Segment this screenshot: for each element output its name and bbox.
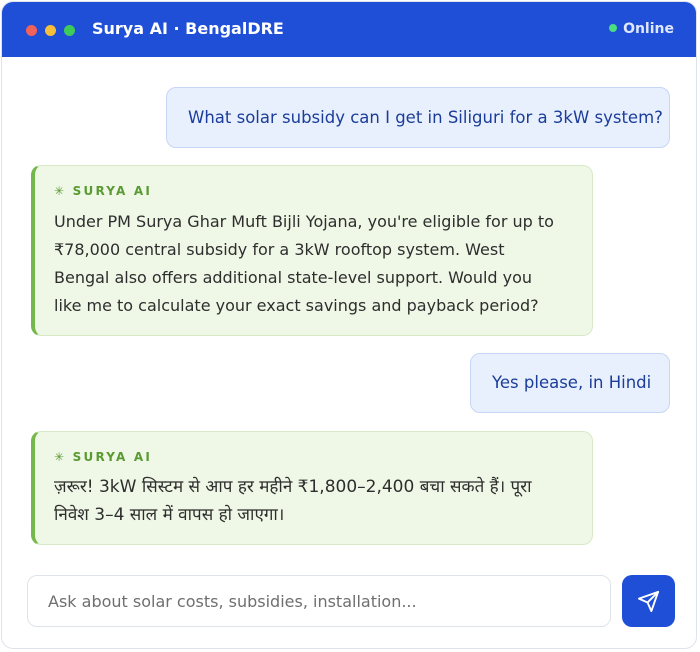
send-icon [637,590,660,613]
title-bar: Surya AI · BengalDRE Online [2,2,696,57]
status-label: Online [623,21,674,37]
message-line: Bengal also offers additional state-leve… [54,268,533,287]
maximize-window-dot[interactable] [64,25,75,36]
user-message-text: Yes please, in Hindi [492,373,652,392]
assistant-message-text: ज़रूर! 3kW सिस्टम से आप हर महीने ₹1,800–… [54,473,532,529]
send-button[interactable] [622,575,675,627]
sparkle-icon: ✳ [54,450,67,464]
assistant-label: ✳ SURYA AI [54,184,152,198]
assistant-name: SURYA AI [72,184,152,198]
close-window-dot[interactable] [26,25,37,36]
message-input[interactable] [27,575,611,627]
user-message: Yes please, in Hindi [470,353,670,413]
assistant-message: ✳ SURYA AI Under PM Surya Ghar Muft Bijl… [31,165,593,336]
chat-window: Surya AI · BengalDRE Online What solar s… [1,1,697,649]
assistant-message-text: Under PM Surya Ghar Muft Bijli Yojana, y… [54,208,554,320]
user-message-text: What solar subsidy can I get in Siliguri… [188,108,663,127]
status-indicator: Online [609,21,674,37]
message-line: like me to calculate your exact savings … [54,296,539,315]
message-line: ज़रूर! 3kW सिस्टम से आप हर महीने ₹1,800–… [54,477,532,497]
online-status-dot [609,24,618,32]
assistant-label: ✳ SURYA AI [54,450,152,464]
user-message: What solar subsidy can I get in Siliguri… [166,87,670,148]
message-line: ₹78,000 central subsidy for a 3kW roofto… [54,240,505,259]
sparkle-icon: ✳ [54,184,67,198]
assistant-name: SURYA AI [72,450,152,464]
message-line: Under PM Surya Ghar Muft Bijli Yojana, y… [54,212,554,231]
window-title: Surya AI · BengalDRE [92,19,284,38]
assistant-message: ✳ SURYA AI ज़रूर! 3kW सिस्टम से आप हर मह… [31,431,593,545]
minimize-window-dot[interactable] [45,25,56,36]
message-line: निवेश 3–4 साल में वापस हो जाएगा। [54,505,285,525]
